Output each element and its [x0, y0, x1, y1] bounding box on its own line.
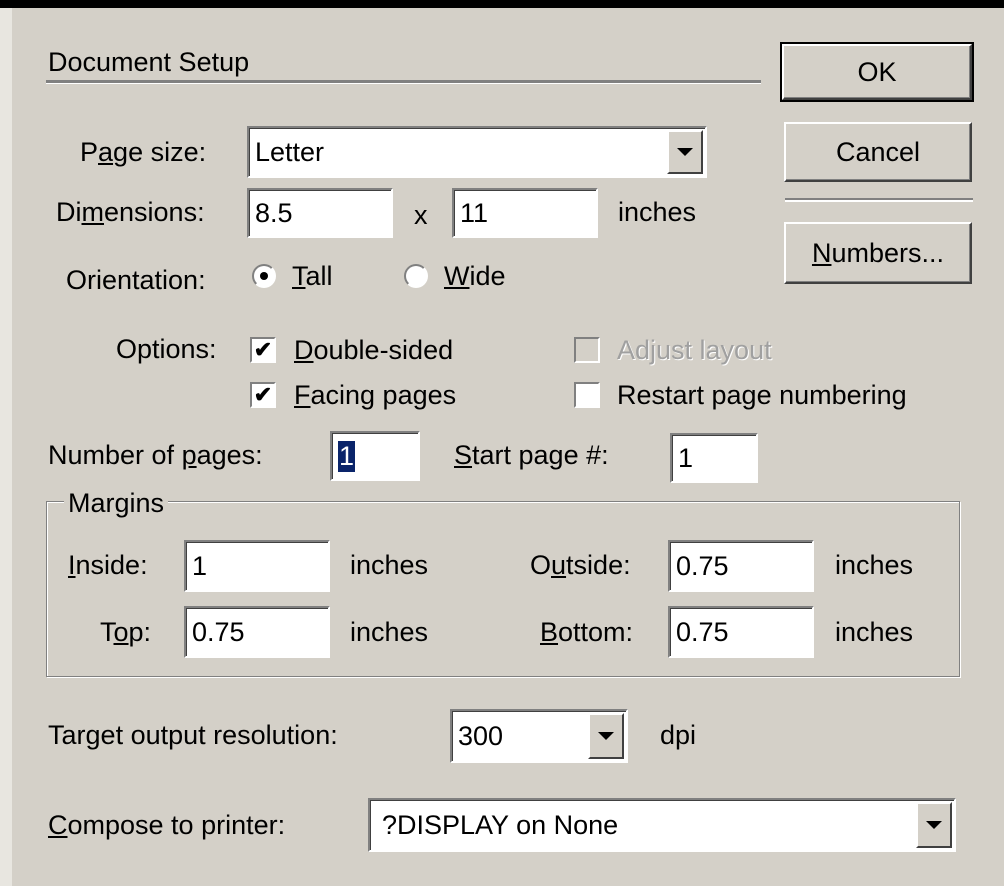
- width-input[interactable]: 8.5: [247, 188, 393, 238]
- resolution-unit: dpi: [660, 720, 697, 750]
- restart-numbering-checkbox[interactable]: [574, 382, 600, 408]
- number-of-pages-input[interactable]: 1: [330, 431, 420, 481]
- adjust-layout-checkbox[interactable]: [574, 337, 600, 363]
- resolution-dropdown-arrow-icon[interactable]: [588, 713, 624, 759]
- double-sided-label: Double-sided: [294, 335, 454, 365]
- options-label: Options:: [116, 334, 217, 364]
- outside-label: Outside:: [530, 550, 631, 580]
- tall-radio[interactable]: [252, 264, 276, 288]
- wide-radio[interactable]: [404, 264, 428, 288]
- cancel-button[interactable]: Cancel: [784, 122, 972, 182]
- resolution-label: Target output resolution:: [48, 720, 338, 750]
- resolution-value: 300: [458, 720, 504, 751]
- printer-value: ?DISPLAY on None: [382, 809, 619, 840]
- tall-label: Tall: [292, 261, 333, 291]
- double-sided-checkbox[interactable]: ✔: [250, 337, 276, 363]
- ok-button[interactable]: OK: [780, 42, 974, 102]
- window-left-edge: [0, 8, 12, 886]
- top-label: Top:: [100, 617, 152, 647]
- page-size-dropdown-arrow-icon[interactable]: [667, 130, 703, 174]
- resolution-select[interactable]: 300: [450, 709, 628, 763]
- numbers-button[interactable]: Numbers...: [784, 222, 972, 284]
- height-input[interactable]: 11: [452, 188, 598, 238]
- inside-input[interactable]: 1: [184, 540, 330, 592]
- dimensions-unit: inches: [618, 197, 697, 227]
- margins-group-label: Margins: [64, 488, 169, 519]
- printer-label: Compose to printer:: [48, 810, 286, 840]
- dimensions-times: x: [414, 200, 428, 230]
- start-page-label: Start page #:: [454, 440, 609, 470]
- title-divider: [46, 80, 761, 84]
- facing-pages-checkbox[interactable]: ✔: [250, 382, 276, 408]
- inside-unit: inches: [350, 550, 429, 580]
- wide-label: Wide: [444, 261, 506, 291]
- radio-selected-dot-icon: [260, 272, 268, 280]
- facing-pages-label: Facing pages: [294, 380, 457, 410]
- button-separator: [785, 198, 973, 202]
- printer-select[interactable]: ?DISPLAY on None: [368, 798, 956, 852]
- orientation-label: Orientation:: [66, 265, 206, 295]
- window-top-border: [0, 0, 1004, 8]
- top-unit: inches: [350, 617, 429, 647]
- printer-dropdown-arrow-icon[interactable]: [916, 802, 952, 848]
- dialog-title: Document Setup: [48, 47, 250, 77]
- adjust-layout-label: Adjust layout: [617, 335, 772, 365]
- bottom-input[interactable]: 0.75: [668, 606, 814, 658]
- dimensions-label: Dimensions:: [56, 197, 205, 227]
- start-page-input[interactable]: 1: [670, 433, 758, 483]
- restart-numbering-label: Restart page numbering: [617, 380, 907, 410]
- page-size-select[interactable]: Letter: [247, 126, 707, 178]
- bottom-label: Bottom:: [540, 617, 634, 647]
- page-size-value: Letter: [255, 136, 325, 167]
- inside-label: Inside:: [68, 550, 148, 580]
- outside-input[interactable]: 0.75: [668, 540, 814, 592]
- page-size-label: Page size:: [80, 137, 207, 167]
- top-input[interactable]: 0.75: [184, 606, 330, 658]
- bottom-unit: inches: [835, 617, 914, 647]
- outside-unit: inches: [835, 550, 914, 580]
- number-of-pages-label: Number of pages:: [48, 440, 263, 470]
